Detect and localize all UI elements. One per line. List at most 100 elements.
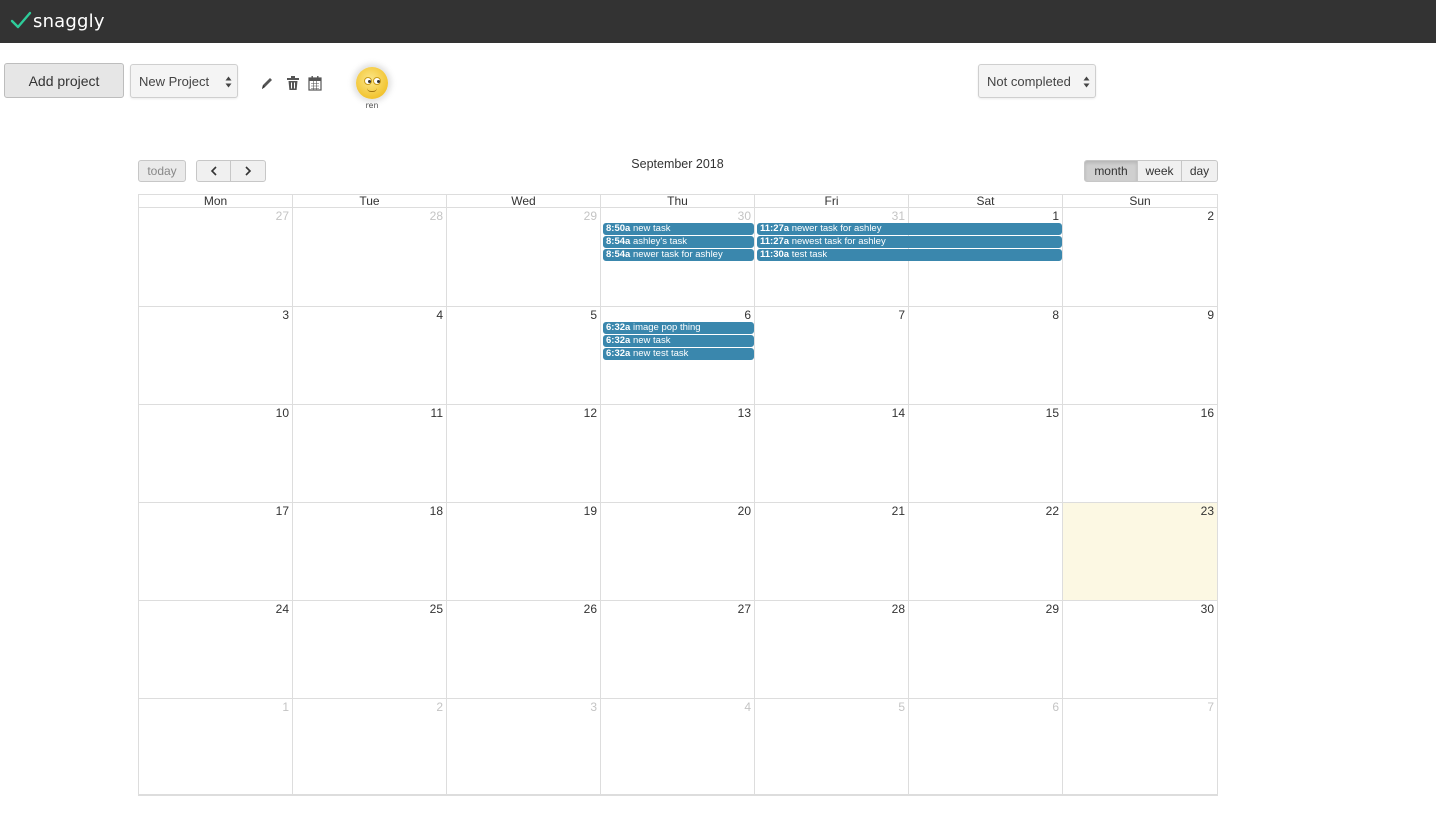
day-number[interactable]: 7 <box>1207 700 1214 714</box>
day-number[interactable]: 11 <box>431 406 443 420</box>
day-number[interactable]: 28 <box>892 602 905 616</box>
calendar-day-cell[interactable]: 30 <box>1063 601 1217 698</box>
calendar-event[interactable]: 11:27a newest task for ashley <box>757 236 1062 248</box>
calendar-day-cell[interactable]: 27 <box>139 208 293 306</box>
day-number[interactable]: 3 <box>282 308 289 322</box>
calendar-day-cell[interactable]: 2 <box>293 699 447 794</box>
day-number[interactable]: 3 <box>590 700 597 714</box>
prev-month-button[interactable] <box>196 160 231 182</box>
add-project-button[interactable]: Add project <box>4 63 124 98</box>
day-number[interactable]: 31 <box>892 209 905 223</box>
day-number[interactable]: 19 <box>584 504 597 518</box>
day-number[interactable]: 10 <box>276 406 289 420</box>
calendar-day-cell[interactable]: 25 <box>293 601 447 698</box>
app-logo[interactable]: snaggly <box>10 8 105 34</box>
day-number[interactable]: 1 <box>282 700 289 714</box>
calendar-day-cell[interactable]: 16 <box>1063 405 1217 502</box>
calendar-day-cell[interactable]: 24 <box>139 601 293 698</box>
day-number[interactable]: 6 <box>744 308 751 322</box>
user-avatar[interactable] <box>356 67 388 99</box>
edit-icon[interactable] <box>260 75 274 91</box>
calendar-day-cell[interactable]: 17 <box>139 503 293 600</box>
day-number[interactable]: 13 <box>738 406 751 420</box>
calendar-day-cell[interactable]: 11 <box>293 405 447 502</box>
calendar-day-cell[interactable]: 7 <box>1063 699 1217 794</box>
calendar-day-cell[interactable]: 7 <box>755 307 909 404</box>
day-number[interactable]: 26 <box>584 602 597 616</box>
calendar-day-cell[interactable]: 12 <box>447 405 601 502</box>
day-view-button[interactable]: day <box>1181 160 1218 182</box>
calendar-icon[interactable] <box>308 75 322 91</box>
day-number[interactable]: 20 <box>738 504 751 518</box>
calendar-day-cell[interactable]: 27 <box>601 601 755 698</box>
day-number[interactable]: 18 <box>430 504 443 518</box>
calendar-day-cell[interactable]: 14 <box>755 405 909 502</box>
calendar-day-cell[interactable]: 26 <box>447 601 601 698</box>
calendar-day-cell[interactable]: 4 <box>293 307 447 404</box>
next-month-button[interactable] <box>230 160 266 182</box>
calendar-day-cell[interactable]: 20 <box>601 503 755 600</box>
day-number[interactable]: 4 <box>744 700 751 714</box>
day-number[interactable]: 15 <box>1046 406 1059 420</box>
day-number[interactable]: 12 <box>584 406 597 420</box>
day-number[interactable]: 27 <box>276 209 289 223</box>
calendar-day-cell[interactable]: 15 <box>909 405 1063 502</box>
day-number[interactable]: 2 <box>436 700 443 714</box>
day-number[interactable]: 16 <box>1201 406 1214 420</box>
calendar-event[interactable]: 8:54a ashley's task <box>603 236 754 248</box>
calendar-event[interactable]: 6:32a image pop thing <box>603 322 754 334</box>
calendar-day-cell[interactable]: 13 <box>601 405 755 502</box>
day-number[interactable]: 29 <box>584 209 597 223</box>
day-number[interactable]: 24 <box>276 602 289 616</box>
day-number[interactable]: 30 <box>738 209 751 223</box>
day-number[interactable]: 7 <box>898 308 905 322</box>
calendar-day-cell[interactable]: 10 <box>139 405 293 502</box>
calendar-day-cell[interactable]: 2 <box>1063 208 1217 306</box>
calendar-event[interactable]: 8:50a new task <box>603 223 754 235</box>
calendar-day-cell[interactable]: 22 <box>909 503 1063 600</box>
calendar-day-cell[interactable]: 5 <box>755 699 909 794</box>
calendar-day-cell[interactable]: 28 <box>293 208 447 306</box>
calendar-day-cell[interactable]: 18 <box>293 503 447 600</box>
day-number[interactable]: 5 <box>898 700 905 714</box>
day-number[interactable]: 5 <box>590 308 597 322</box>
day-number[interactable]: 21 <box>892 504 905 518</box>
day-number[interactable]: 17 <box>276 504 289 518</box>
calendar-day-cell[interactable]: 3 <box>447 699 601 794</box>
calendar-day-cell[interactable]: 8 <box>909 307 1063 404</box>
day-number[interactable]: 9 <box>1207 308 1214 322</box>
month-view-button[interactable]: month <box>1084 160 1138 182</box>
day-number[interactable]: 28 <box>430 209 443 223</box>
calendar-event[interactable]: 11:27a newer task for ashley <box>757 223 1062 235</box>
status-filter-select[interactable]: Not completed <box>978 64 1096 98</box>
calendar-day-cell[interactable]: 28 <box>755 601 909 698</box>
day-number[interactable]: 1 <box>1052 209 1059 223</box>
today-button[interactable]: today <box>138 160 186 182</box>
calendar-event[interactable]: 6:32a new test task <box>603 348 754 360</box>
calendar-day-cell[interactable]: 1 <box>139 699 293 794</box>
day-number[interactable]: 30 <box>1201 602 1214 616</box>
calendar-day-cell[interactable]: 21 <box>755 503 909 600</box>
week-view-button[interactable]: week <box>1137 160 1182 182</box>
calendar-day-cell[interactable]: 29 <box>909 601 1063 698</box>
calendar-day-cell[interactable]: 29 <box>447 208 601 306</box>
calendar-day-cell[interactable]: 5 <box>447 307 601 404</box>
day-number[interactable]: 29 <box>1046 602 1059 616</box>
day-number[interactable]: 2 <box>1207 209 1214 223</box>
day-number[interactable]: 4 <box>436 308 443 322</box>
day-number[interactable]: 27 <box>738 602 751 616</box>
calendar-day-cell[interactable]: 9 <box>1063 307 1217 404</box>
day-number[interactable]: 6 <box>1052 700 1059 714</box>
trash-icon[interactable] <box>286 75 300 91</box>
calendar-day-cell[interactable]: 4 <box>601 699 755 794</box>
day-number[interactable]: 23 <box>1201 504 1214 518</box>
day-number[interactable]: 22 <box>1046 504 1059 518</box>
calendar-day-cell[interactable]: 3 <box>139 307 293 404</box>
calendar-day-cell[interactable]: 6 <box>909 699 1063 794</box>
calendar-event[interactable]: 6:32a new task <box>603 335 754 347</box>
calendar-event[interactable]: 8:54a newer task for ashley <box>603 249 754 261</box>
day-number[interactable]: 25 <box>430 602 443 616</box>
calendar-event[interactable]: 11:30a test task <box>757 249 1062 261</box>
project-select[interactable]: New Project <box>130 64 238 98</box>
calendar-day-cell[interactable]: 19 <box>447 503 601 600</box>
